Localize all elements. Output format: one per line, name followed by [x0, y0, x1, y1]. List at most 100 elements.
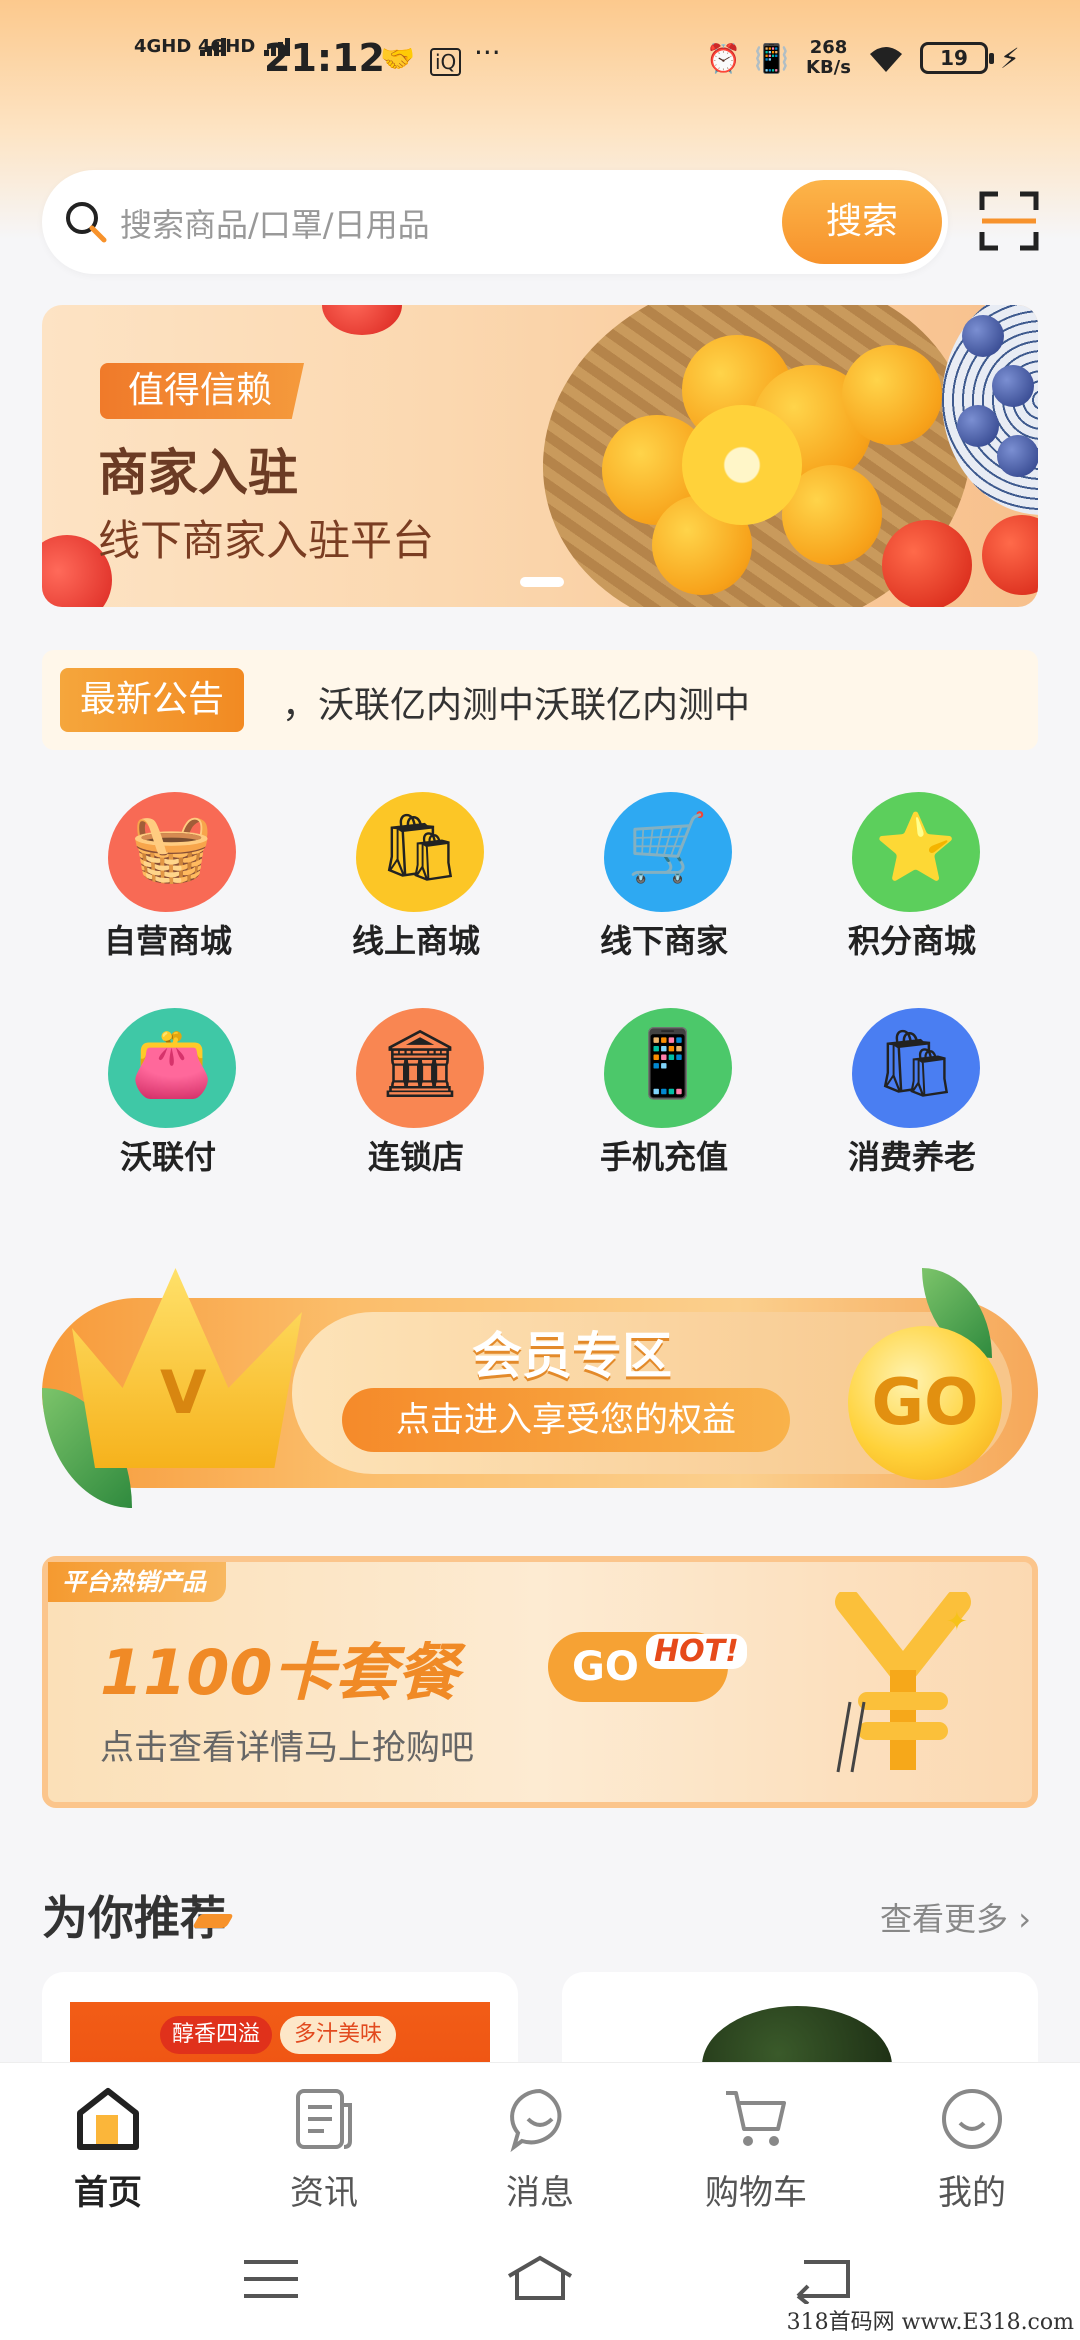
blueberry-decoration [957, 405, 999, 447]
category-label: 自营商城 [103, 922, 232, 960]
product-badge: 多汁美味 [280, 2016, 397, 2054]
nav-label: 购物车 [705, 2173, 807, 2213]
hot-product-title: 1100卡套餐 [100, 1636, 459, 1709]
banner-subtitle: 线下商家入驻平台 [98, 516, 435, 565]
profile-icon [942, 2089, 1002, 2149]
nav-profile[interactable]: 我的 [864, 2077, 1080, 2213]
strawberry-decoration [322, 305, 402, 335]
back-icon[interactable] [790, 2254, 860, 2304]
handshake-icon: 🤝 [380, 42, 415, 75]
svg-text:✦: ✦ [946, 1607, 968, 1637]
chevron-right-icon: › [1018, 1900, 1031, 1938]
category-consumer-pension[interactable]: 🛍 消费养老 [792, 1008, 1032, 1208]
category-label: 线上商城 [351, 922, 480, 960]
orange-half-image [682, 405, 802, 525]
system-navigation-bar: 318首码网 www.E318.com [0, 2212, 1080, 2340]
category-label: 线下商家 [599, 922, 728, 960]
phone-icon: 📱 [626, 1025, 710, 1102]
category-label: 连锁店 [367, 1138, 464, 1176]
product-badge: 醇香四溢 [160, 2016, 273, 2054]
orange-image [842, 345, 942, 445]
home-system-icon[interactable] [505, 2254, 575, 2304]
yen-sign-icon: ✦ [835, 1592, 971, 1773]
banner-title: 商家入驻 [98, 444, 298, 502]
tomato-decoration [982, 515, 1038, 595]
nav-home[interactable]: 首页 [0, 2077, 216, 2213]
blueberry-decoration [992, 365, 1034, 407]
home-icon [77, 2088, 139, 2150]
nav-label: 资讯 [290, 2173, 358, 2213]
vibrate-icon: 📳 [754, 42, 789, 75]
member-subtitle-button[interactable]: 点击进入享受您的权益 [342, 1388, 790, 1452]
view-more-link[interactable]: 查看更多 › [880, 1894, 1031, 1940]
nav-news[interactable]: 资讯 [216, 2077, 432, 2213]
alarm-icon: ⏰ [706, 42, 741, 75]
category-self-mall[interactable]: 🧺 自营商城 [48, 792, 288, 992]
wifi-icon [866, 42, 906, 81]
wallet-icon: 👛 [130, 1025, 214, 1102]
category-online-mall[interactable]: 🛍 线上商城 [296, 792, 536, 992]
category-wolian-pay[interactable]: 👛 沃联付 [48, 1008, 288, 1208]
message-icon [510, 2088, 562, 2153]
title-accent [191, 1914, 235, 1928]
charging-icon: ⚡ [1000, 42, 1020, 75]
tomato-decoration [882, 520, 972, 607]
battery-indicator: 19 [920, 42, 994, 74]
hot-product-tag: 平台热销产品 [48, 1562, 226, 1602]
hot-product-banner[interactable]: 平台热销产品 1100卡套餐 GO HOT! 点击查看详情马上抢购吧 ✦ [42, 1556, 1038, 1808]
blueberry-decoration [997, 435, 1038, 477]
speed-unit: KB/s [806, 57, 851, 78]
member-title: 会员专区 [472, 1327, 672, 1385]
network-speed: 268 KB/s [806, 38, 851, 78]
crown-letter: V [160, 1358, 207, 1428]
star-bag-icon: ⭐ [874, 809, 958, 886]
member-zone-banner[interactable]: V 会员专区 点击进入享受您的权益 GO [42, 1268, 1038, 1518]
category-phone-recharge[interactable]: 📱 手机充值 [544, 1008, 784, 1208]
category-label: 积分商城 [847, 922, 976, 960]
nav-messages[interactable]: 消息 [432, 2077, 648, 2213]
nav-label: 首页 [74, 2173, 142, 2213]
member-go-button[interactable]: GO [848, 1326, 1002, 1480]
category-chain-store[interactable]: 🏛 连锁店 [296, 1008, 536, 1208]
network-type-2: 4GHD [198, 36, 256, 57]
banner-tag: 值得信赖 [100, 363, 305, 419]
blueberry-decoration [962, 315, 1004, 357]
announcement-text[interactable]: ，沃联亿内测中沃联亿内测中 [282, 676, 750, 728]
cart-icon [726, 2091, 786, 2146]
iqiyi-icon: iQ [430, 48, 462, 76]
scan-icon[interactable] [978, 190, 1040, 252]
search-input[interactable]: 搜索商品/口罩/日用品 [120, 200, 430, 246]
category-label: 手机充值 [599, 1138, 728, 1176]
speed-value: 268 [809, 37, 848, 58]
cart-icon: 🛒 [626, 809, 710, 886]
hot-label: HOT! [646, 1634, 747, 1669]
search-button[interactable]: 搜索 [782, 180, 942, 264]
promo-banner[interactable]: 值得信赖 商家入驻 线下商家入驻平台 [42, 305, 1038, 607]
view-more-label: 查看更多 [880, 1900, 1009, 1938]
network-type-1: 4GHD [134, 36, 192, 57]
nav-label: 消息 [506, 2173, 574, 2213]
announcement-tag: 最新公告 [60, 668, 245, 732]
category-offline-merchant[interactable]: 🛒 线下商家 [544, 792, 784, 992]
menu-icon[interactable] [236, 2254, 306, 2304]
bottom-navigation: 首页 资讯 消息 购物车 我的 [0, 2062, 1080, 2213]
clock: 21:12 [264, 36, 385, 80]
shopping-basket-icon: 🛍 [378, 809, 462, 886]
basket-icon: 🧺 [130, 809, 214, 886]
carousel-indicator [520, 577, 564, 587]
shopping-bag-icon: 🛍 [874, 1025, 958, 1102]
category-points-mall[interactable]: ⭐ 积分商城 [792, 792, 1032, 992]
status-bar: 4GHD 4GHD 21:12 🤝 iQ ··· ⏰ 📳 268 KB/s 19… [0, 0, 1080, 120]
search-icon [66, 202, 107, 243]
announcement-bar[interactable]: 最新公告 ，沃联亿内测中沃联亿内测中 [42, 650, 1038, 750]
hot-product-subtitle: 点击查看详情马上抢购吧 [100, 1728, 474, 1768]
more-dots-icon: ··· [474, 36, 501, 69]
store-icon: 🏛 [378, 1025, 462, 1102]
search-bar[interactable]: 搜索商品/口罩/日用品 搜索 [42, 170, 948, 274]
nav-label: 我的 [938, 2173, 1006, 2213]
recommend-title: 为你推荐 [42, 1891, 226, 1945]
category-label: 消费养老 [847, 1138, 976, 1176]
news-icon [296, 2089, 352, 2149]
category-label: 沃联付 [119, 1138, 216, 1176]
nav-cart[interactable]: 购物车 [648, 2077, 864, 2213]
